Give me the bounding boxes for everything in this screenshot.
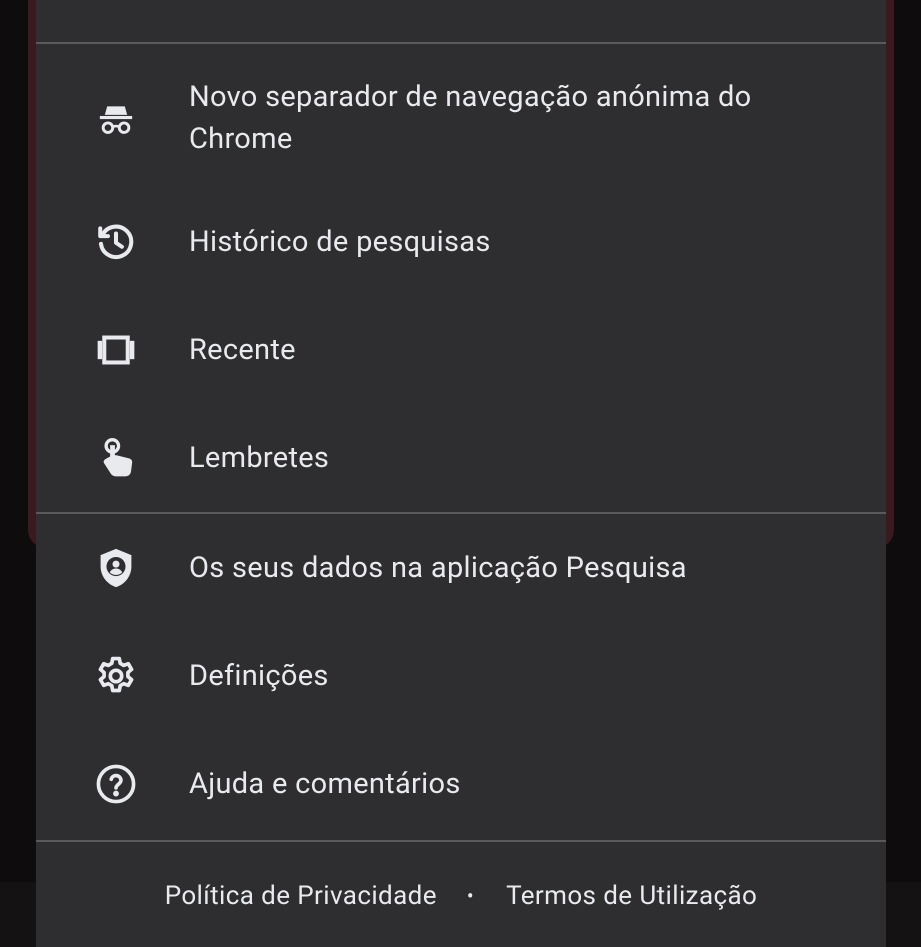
terms-of-service-link[interactable]: Termos de Utilização bbox=[506, 881, 757, 911]
menu-divider-bottom bbox=[36, 840, 886, 842]
menu-item-label: Histórico de pesquisas bbox=[189, 225, 491, 259]
menu-item-your-data[interactable]: Os seus dados na aplicação Pesquisa bbox=[36, 538, 886, 598]
menu-item-label: Ajuda e comentários bbox=[189, 767, 461, 801]
menu-item-label: Novo separador de navegação anónima do C… bbox=[189, 80, 752, 156]
reminder-tap-icon bbox=[94, 436, 138, 480]
privacy-policy-link[interactable]: Política de Privacidade bbox=[165, 881, 437, 911]
account-menu-sheet: Novo separador de navegação anónima do C… bbox=[36, 0, 886, 947]
menu-item-help-feedback[interactable]: Ajuda e comentários bbox=[36, 754, 886, 814]
recent-carousel-icon bbox=[94, 328, 138, 372]
incognito-icon bbox=[94, 98, 138, 142]
help-circle-icon bbox=[94, 762, 138, 806]
menu-divider-middle bbox=[36, 512, 886, 514]
menu-item-search-history[interactable]: Histórico de pesquisas bbox=[36, 212, 886, 272]
menu-item-reminders[interactable]: Lembretes bbox=[36, 428, 886, 488]
menu-footer: Política de Privacidade • Termos de Util… bbox=[36, 868, 886, 924]
menu-item-incognito[interactable]: Novo separador de navegação anónima do C… bbox=[36, 72, 886, 200]
menu-item-label: Os seus dados na aplicação Pesquisa bbox=[189, 551, 687, 585]
shield-account-icon bbox=[94, 546, 138, 590]
menu-item-label: Definições bbox=[189, 659, 329, 693]
menu-item-recent[interactable]: Recente bbox=[36, 320, 886, 380]
gear-icon bbox=[94, 654, 138, 698]
menu-item-settings[interactable]: Definições bbox=[36, 646, 886, 706]
menu-divider-top bbox=[36, 42, 886, 44]
menu-item-label: Lembretes bbox=[189, 441, 330, 475]
footer-separator: • bbox=[466, 884, 475, 908]
history-icon bbox=[94, 220, 138, 264]
menu-item-label: Recente bbox=[189, 333, 296, 367]
